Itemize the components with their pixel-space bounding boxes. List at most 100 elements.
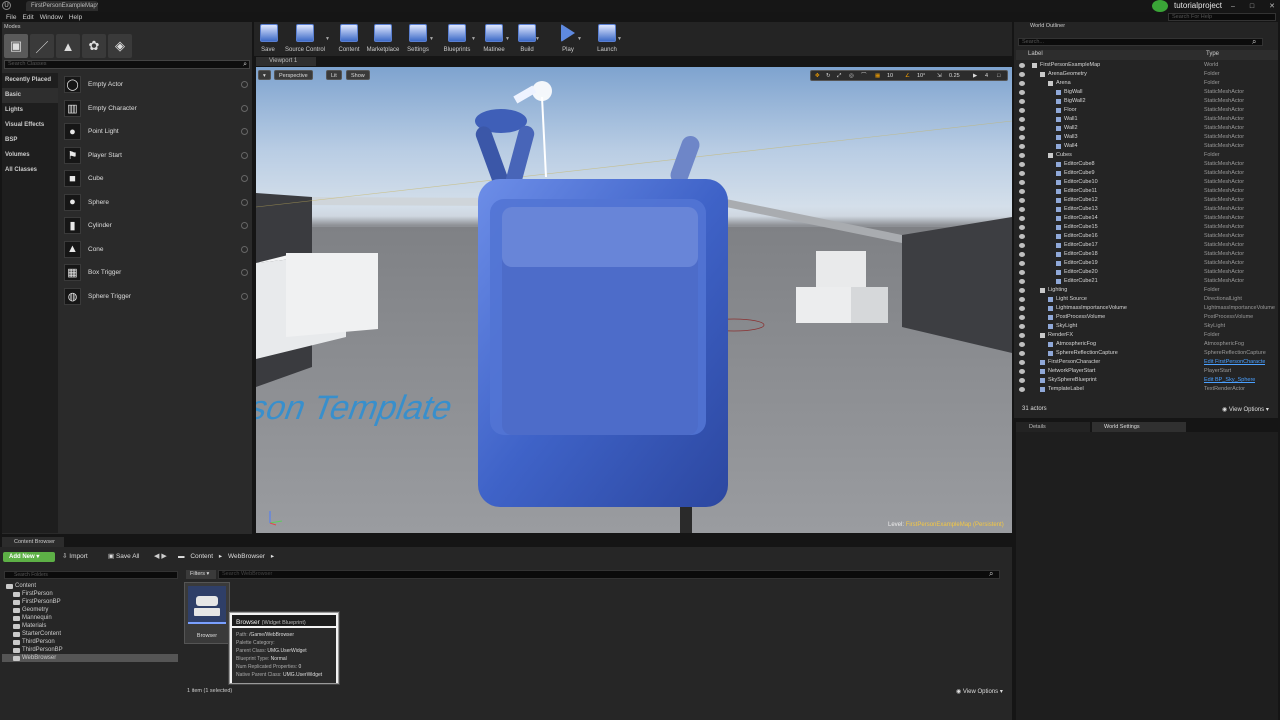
place-item-player-start[interactable]: ⚑ Player Start — [60, 144, 250, 168]
place-item-sphere-trigger[interactable]: ◍ Sphere Trigger — [60, 285, 250, 309]
outliner-row[interactable]: SphereReflectionCapture SphereReflectionC… — [1016, 349, 1278, 358]
launch-button[interactable]: Launch ▼ — [596, 24, 622, 54]
outliner-row[interactable]: EditorCube11 StaticMeshActor — [1016, 187, 1278, 196]
outliner-row[interactable]: EditorCube19 StaticMeshActor — [1016, 259, 1278, 268]
visibility-eye-icon[interactable] — [1019, 189, 1025, 194]
paint-mode-icon[interactable]: ／ — [30, 34, 54, 58]
outliner-row[interactable]: EditorCube8 StaticMeshActor — [1016, 160, 1278, 169]
outliner-row[interactable]: SkySphereBlueprint Edit BP_Sky_Sphere — [1016, 376, 1278, 385]
outliner-row[interactable]: Floor StaticMeshActor — [1016, 106, 1278, 115]
outliner-row[interactable]: Lighting Folder — [1016, 286, 1278, 295]
outliner-search-input[interactable]: Search... — [1018, 38, 1263, 46]
place-item-cube[interactable]: ■ Cube — [60, 167, 250, 191]
asset-tile-browser[interactable]: Browser — [184, 582, 230, 644]
place-item-empty-character[interactable]: ▥ Empty Character — [60, 97, 250, 121]
folder-tree-item[interactable]: StarterContent — [2, 630, 178, 638]
forward-arrow-icon[interactable]: ▶ — [161, 553, 166, 560]
outliner-view-options-button[interactable]: ◉ View Options ▾ — [1222, 406, 1269, 413]
outliner-row[interactable]: EditorCube16 StaticMeshActor — [1016, 232, 1278, 241]
content-browser-tab[interactable]: Content Browser — [2, 537, 64, 547]
visibility-eye-icon[interactable] — [1019, 207, 1025, 212]
place-item-empty-actor[interactable]: ◯ Empty Actor — [60, 73, 250, 97]
outliner-column-type[interactable]: Type — [1206, 51, 1219, 57]
menu-file[interactable]: File — [6, 14, 16, 21]
outliner-row[interactable]: EditorCube10 StaticMeshActor — [1016, 178, 1278, 187]
visibility-eye-icon[interactable] — [1019, 369, 1025, 374]
outliner-row[interactable]: Light Source DirectionalLight — [1016, 295, 1278, 304]
info-icon[interactable] — [241, 104, 248, 112]
filters-button[interactable]: Filters ▾ — [186, 570, 216, 579]
visibility-eye-icon[interactable] — [1019, 180, 1025, 185]
info-icon[interactable] — [241, 81, 248, 89]
info-icon[interactable] — [241, 269, 248, 277]
folder-tree-item[interactable]: FirstPersonBP — [2, 598, 178, 606]
outliner-row[interactable]: EditorCube21 StaticMeshActor — [1016, 277, 1278, 286]
world-outliner-tab[interactable]: World Outliner — [1018, 22, 1088, 31]
outliner-row[interactable]: BigWall2 StaticMeshActor — [1016, 97, 1278, 106]
perspective-button[interactable]: Perspective — [274, 70, 313, 80]
visibility-eye-icon[interactable] — [1019, 99, 1025, 104]
breadcrumb-webbrowser[interactable]: WebBrowser — [228, 553, 265, 560]
visibility-eye-icon[interactable] — [1019, 360, 1025, 365]
viewport-tab[interactable]: Viewport 1 — [256, 57, 316, 66]
outliner-row[interactable]: EditorCube9 StaticMeshActor — [1016, 169, 1278, 178]
visibility-eye-icon[interactable] — [1019, 144, 1025, 149]
visibility-eye-icon[interactable] — [1019, 351, 1025, 356]
breadcrumb-content[interactable]: Content — [190, 553, 213, 560]
folder-search-input[interactable]: Search Folders — [4, 571, 178, 579]
outliner-row[interactable]: AtmosphericFog AtmosphericFog — [1016, 340, 1278, 349]
source-control-button[interactable]: Source Control ▼ — [284, 24, 330, 54]
outliner-row[interactable]: ArenaGeometry Folder — [1016, 70, 1278, 79]
outliner-row[interactable]: Wall2 StaticMeshActor — [1016, 124, 1278, 133]
visibility-eye-icon[interactable] — [1019, 333, 1025, 338]
content-view-options-button[interactable]: ◉ View Options ▾ — [956, 688, 1003, 695]
scale-snap-value[interactable]: 0.25 — [949, 72, 960, 80]
folder-tree-item[interactable]: Materials — [2, 622, 178, 630]
visibility-eye-icon[interactable] — [1019, 387, 1025, 392]
visibility-eye-icon[interactable] — [1019, 72, 1025, 77]
category-volumes[interactable]: Volumes — [2, 148, 58, 163]
visibility-eye-icon[interactable] — [1019, 297, 1025, 302]
build-button[interactable]: Build ▼ — [518, 24, 540, 54]
save-button[interactable]: Save — [260, 24, 278, 54]
place-item-cylinder[interactable]: ▮ Cylinder — [60, 214, 250, 238]
place-mode-icon[interactable]: ▣ — [4, 34, 28, 58]
outliner-column-label[interactable]: Label — [1028, 51, 1043, 57]
visibility-eye-icon[interactable] — [1019, 108, 1025, 113]
outliner-row[interactable]: EditorCube14 StaticMeshActor — [1016, 214, 1278, 223]
landscape-mode-icon[interactable]: ▲ — [56, 34, 80, 58]
visibility-eye-icon[interactable] — [1019, 90, 1025, 95]
outliner-row[interactable]: EditorCube20 StaticMeshActor — [1016, 268, 1278, 277]
settings-button[interactable]: Settings ▼ — [406, 24, 434, 54]
visibility-eye-icon[interactable] — [1019, 306, 1025, 311]
visibility-eye-icon[interactable] — [1019, 252, 1025, 257]
outliner-row[interactable]: Cubes Folder — [1016, 151, 1278, 160]
search-classes-input[interactable]: Search Classes ⌕ — [4, 60, 250, 69]
visibility-eye-icon[interactable] — [1019, 324, 1025, 329]
source-control-status-icon[interactable] — [1152, 0, 1168, 12]
folder-tree-item[interactable]: ThirdPerson — [2, 638, 178, 646]
outliner-row[interactable]: SkyLight SkyLight — [1016, 322, 1278, 331]
rotation-snap-value[interactable]: 10° — [917, 72, 925, 80]
info-icon[interactable] — [241, 198, 248, 206]
outliner-row[interactable]: RenderFX Folder — [1016, 331, 1278, 340]
help-search-input[interactable]: Search For Help — [1168, 13, 1276, 21]
viewport-options-button[interactable]: ▾ — [258, 70, 271, 80]
visibility-eye-icon[interactable] — [1019, 216, 1025, 221]
visibility-eye-icon[interactable] — [1019, 198, 1025, 203]
info-icon[interactable] — [241, 245, 248, 253]
foliage-mode-icon[interactable]: ✿ — [82, 34, 106, 58]
outliner-row[interactable]: NetworkPlayerStart PlayerStart — [1016, 367, 1278, 376]
scale-tool-icon[interactable]: ⤢ — [837, 72, 841, 80]
visibility-eye-icon[interactable] — [1019, 162, 1025, 167]
camera-speed-icon[interactable]: ▶ — [973, 72, 977, 80]
grid-snap-icon[interactable]: ▦ — [875, 72, 880, 80]
visibility-eye-icon[interactable] — [1019, 315, 1025, 320]
outliner-row[interactable]: Wall1 StaticMeshActor — [1016, 115, 1278, 124]
visibility-eye-icon[interactable] — [1019, 171, 1025, 176]
outliner-row[interactable]: EditorCube13 StaticMeshActor — [1016, 205, 1278, 214]
outliner-row[interactable]: EditorCube18 StaticMeshActor — [1016, 250, 1278, 259]
details-tab[interactable]: Details — [1016, 422, 1090, 432]
category-lights[interactable]: Lights — [2, 103, 58, 118]
visibility-eye-icon[interactable] — [1019, 117, 1025, 122]
